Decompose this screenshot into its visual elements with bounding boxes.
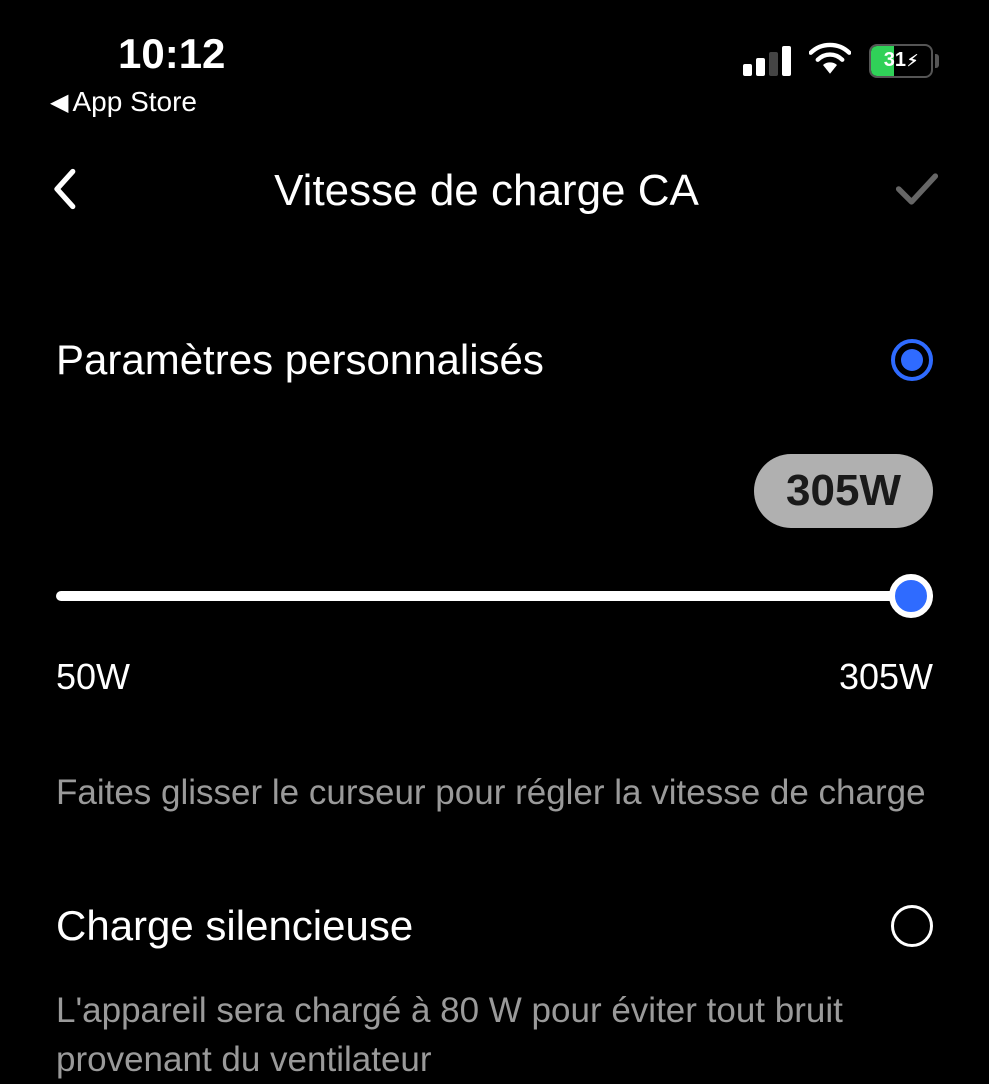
silent-charge-option[interactable]: Charge silencieuse <box>56 902 933 950</box>
custom-settings-radio[interactable] <box>891 339 933 381</box>
charge-speed-slider[interactable] <box>56 576 933 616</box>
nav-bar: Vitesse de charge CA <box>0 118 989 216</box>
nav-back-button[interactable] <box>50 168 78 215</box>
battery-icon: 31⚡︎ <box>869 44 939 78</box>
custom-settings-label: Paramètres personnalisés <box>56 336 544 384</box>
silent-charge-label: Charge silencieuse <box>56 902 413 950</box>
charging-bolt-icon: ⚡︎ <box>907 51 918 71</box>
status-time: 10:12 <box>50 30 225 78</box>
silent-charge-radio[interactable] <box>891 905 933 947</box>
slider-max-label: 305W <box>839 656 933 698</box>
status-right: 31⚡︎ <box>743 30 939 79</box>
cellular-signal-icon <box>743 46 791 76</box>
status-left: 10:12 ◀ App Store <box>50 30 225 118</box>
status-bar: 10:12 ◀ App Store 31⚡︎ <box>0 0 989 118</box>
battery-percent: 31 <box>884 49 906 72</box>
slider-value-badge: 305W <box>754 454 933 528</box>
slider-min-label: 50W <box>56 656 130 698</box>
slider-range-labels: 50W 305W <box>56 656 933 698</box>
custom-settings-option[interactable]: Paramètres personnalisés <box>56 336 933 384</box>
silent-charge-description: L'appareil sera chargé à 80 W pour évite… <box>56 986 876 1084</box>
nav-confirm-button[interactable] <box>895 171 939 212</box>
silent-charge-section: Charge silencieuse L'appareil sera charg… <box>56 902 933 1084</box>
slider-thumb[interactable] <box>889 574 933 618</box>
back-app-label: App Store <box>72 86 197 118</box>
slider-hint-text: Faites glisser le curseur pour régler la… <box>56 768 933 817</box>
back-to-app-button[interactable]: ◀ App Store <box>50 86 225 118</box>
page-title: Vitesse de charge CA <box>274 166 699 216</box>
content: Paramètres personnalisés 305W 50W 305W F… <box>0 216 989 1084</box>
slider-track <box>56 591 933 601</box>
slider-value-badge-row: 305W <box>56 454 933 528</box>
back-triangle-icon: ◀ <box>50 88 68 117</box>
wifi-icon <box>809 42 851 79</box>
